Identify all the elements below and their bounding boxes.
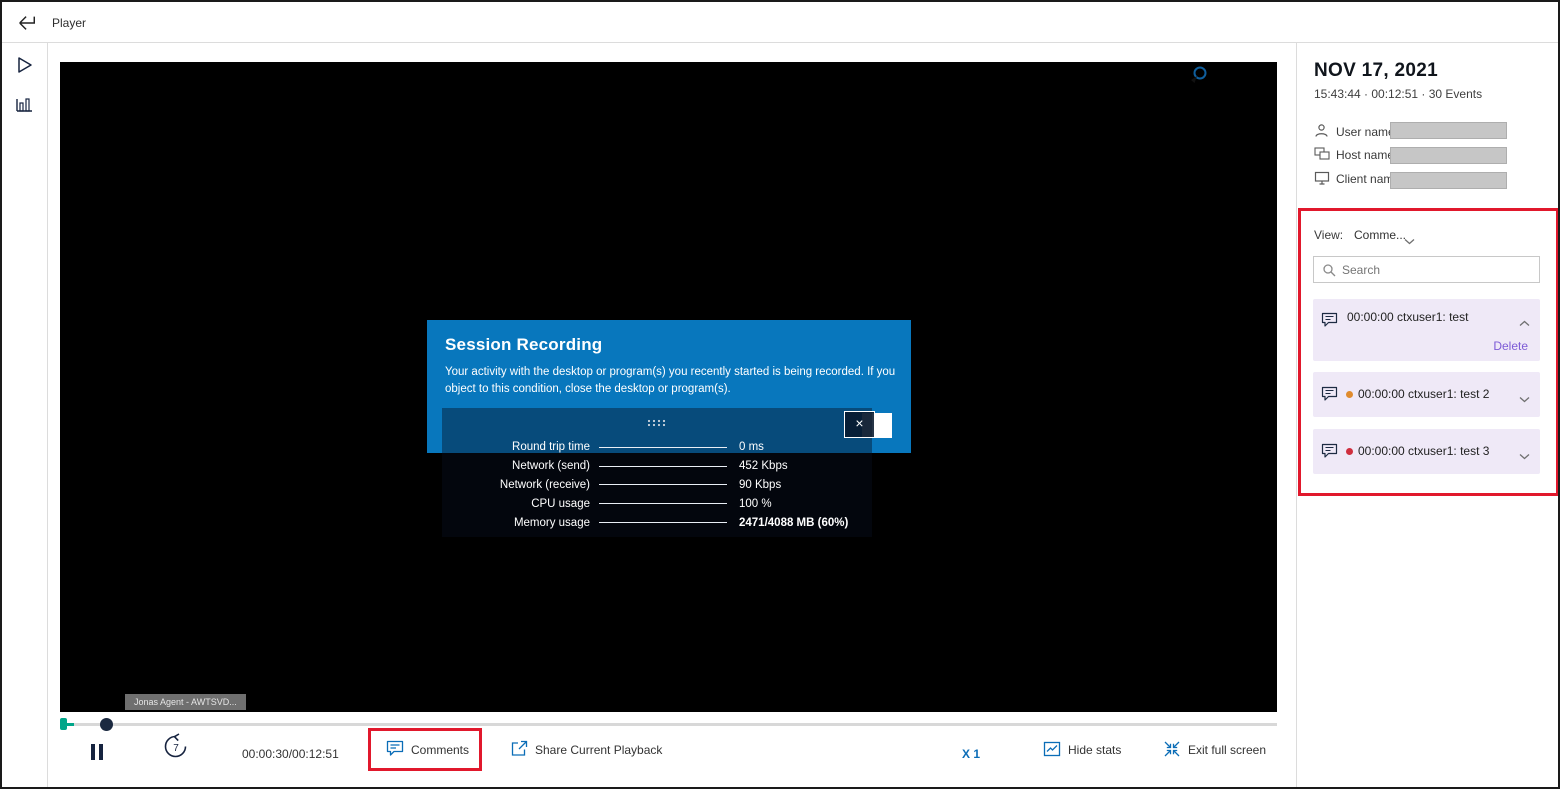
search-input[interactable] bbox=[1314, 257, 1539, 282]
stat-value: 90 Kbps bbox=[736, 479, 872, 491]
stat-row: CPU usage 100 % bbox=[442, 494, 872, 513]
stats-chart-icon bbox=[1043, 741, 1061, 760]
search-icon bbox=[1322, 263, 1336, 282]
stat-label: Round trip time bbox=[442, 441, 590, 453]
events-stats-view-icon[interactable] bbox=[13, 93, 37, 117]
comment-severity-dot bbox=[1346, 448, 1353, 455]
stat-label: Memory usage bbox=[442, 517, 590, 529]
top-bar: Player bbox=[2, 2, 1558, 43]
event-marker[interactable] bbox=[60, 718, 67, 730]
pause-icon bbox=[90, 744, 104, 760]
chevron-down-icon[interactable] bbox=[1519, 447, 1530, 465]
comment-delete-link[interactable]: Delete bbox=[1493, 339, 1528, 353]
stats-overlay: Round trip time 0 ms Network (send) 452 … bbox=[442, 408, 872, 537]
panel-divider bbox=[1296, 43, 1297, 787]
stat-row: Network (send) 452 Kbps bbox=[442, 457, 872, 476]
recording-date: NOV 17, 2021 bbox=[1314, 60, 1438, 82]
svg-text:7: 7 bbox=[173, 743, 179, 754]
stat-row: Round trip time 0 ms bbox=[442, 438, 872, 457]
player-window: Player Session Recording Your activity w… bbox=[0, 0, 1560, 789]
chevron-up-icon[interactable] bbox=[1519, 314, 1530, 332]
stat-row: Memory usage 2471/4088 MB (60%) bbox=[442, 513, 872, 532]
dialog-title: Session Recording bbox=[445, 335, 602, 355]
stat-value: 0 ms bbox=[736, 441, 872, 453]
seek-handle[interactable] bbox=[100, 718, 113, 731]
stat-value: 100 % bbox=[736, 498, 872, 510]
left-rail bbox=[2, 43, 48, 787]
recording-meta: 15:43:44 · 00:12:51 · 30 Events bbox=[1314, 87, 1482, 101]
chevron-down-icon[interactable] bbox=[1519, 390, 1530, 408]
pause-button[interactable] bbox=[90, 742, 104, 762]
host-name-label: Host name: bbox=[1336, 148, 1397, 162]
comment-bubble-icon bbox=[1321, 386, 1338, 407]
comment-text: 00:00:00 ctxuser1: test 3 bbox=[1358, 444, 1489, 458]
stat-label: CPU usage bbox=[442, 498, 590, 510]
close-icon[interactable]: × bbox=[844, 411, 875, 438]
replay-7-icon: 7 bbox=[162, 733, 189, 760]
stat-sparkline bbox=[599, 484, 727, 485]
comment-item[interactable]: 00:00:00 ctxuser1: test 2 bbox=[1313, 372, 1540, 417]
stat-row: Network (receive) 90 Kbps bbox=[442, 476, 872, 495]
search-box bbox=[1313, 256, 1540, 283]
stat-value: 2471/4088 MB (60%) bbox=[736, 517, 872, 529]
seek-track[interactable] bbox=[60, 723, 1277, 726]
view-dropdown[interactable]: Comme... bbox=[1354, 228, 1406, 242]
stat-sparkline bbox=[599, 466, 727, 467]
comment-text: 00:00:00 ctxuser1: test bbox=[1347, 310, 1468, 324]
client-name-value-redacted bbox=[1390, 172, 1507, 189]
time-display: 00:00:30/00:12:51 bbox=[242, 744, 339, 764]
stat-label: Network (receive) bbox=[442, 479, 590, 491]
seek-bar[interactable] bbox=[60, 717, 1277, 732]
share-playback-button[interactable]: Share Current Playback bbox=[510, 740, 662, 760]
comments-icon bbox=[386, 740, 404, 760]
comment-bubble-icon bbox=[1321, 312, 1338, 333]
stat-label: Network (send) bbox=[442, 460, 590, 472]
share-label: Share Current Playback bbox=[535, 743, 662, 757]
exit-full-screen-button[interactable]: Exit full screen bbox=[1163, 740, 1266, 760]
share-icon bbox=[510, 740, 528, 760]
client-monitor-icon bbox=[1314, 171, 1330, 187]
host-name-value-redacted bbox=[1390, 147, 1507, 164]
user-icon bbox=[1314, 123, 1330, 139]
back-icon[interactable] bbox=[14, 10, 40, 36]
video-surface[interactable]: Session Recording Your activity with the… bbox=[60, 62, 1277, 712]
dialog-body-text: Your activity with the desktop or progra… bbox=[445, 364, 903, 398]
agent-session-label: Jonas Agent - AWTSVD... bbox=[125, 694, 246, 710]
comment-bubble-icon bbox=[1321, 443, 1338, 464]
drag-handle-icon[interactable] bbox=[646, 414, 668, 432]
playback-speed-button[interactable]: X 1 bbox=[962, 744, 980, 764]
comments-label: Comments bbox=[411, 743, 469, 757]
comment-item-expanded[interactable]: 00:00:00 ctxuser1: test Delete bbox=[1313, 299, 1540, 361]
comments-button[interactable]: Comments bbox=[386, 740, 469, 760]
page-title: Player bbox=[52, 16, 86, 30]
player-view-icon[interactable] bbox=[13, 54, 37, 78]
stat-sparkline bbox=[599, 522, 727, 523]
stat-sparkline bbox=[599, 503, 727, 504]
chevron-down-icon[interactable] bbox=[1404, 232, 1415, 250]
exit-full-screen-label: Exit full screen bbox=[1188, 743, 1266, 757]
hide-stats-label: Hide stats bbox=[1068, 743, 1121, 757]
stat-value: 452 Kbps bbox=[736, 460, 872, 472]
exit-full-screen-icon bbox=[1163, 740, 1181, 761]
hide-stats-button[interactable]: Hide stats bbox=[1043, 740, 1121, 760]
view-label: View: bbox=[1314, 228, 1343, 242]
skip-back-button[interactable]: 7 bbox=[162, 736, 189, 756]
stat-sparkline bbox=[599, 447, 727, 448]
host-icon bbox=[1314, 147, 1330, 163]
user-name-value-redacted bbox=[1390, 122, 1507, 139]
comment-severity-dot bbox=[1346, 391, 1353, 398]
stats-table: Round trip time 0 ms Network (send) 452 … bbox=[442, 438, 872, 532]
user-name-label: User name: bbox=[1336, 125, 1398, 139]
pointer-marker-icon bbox=[1188, 65, 1210, 87]
comment-item[interactable]: 00:00:00 ctxuser1: test 3 bbox=[1313, 429, 1540, 474]
comment-text: 00:00:00 ctxuser1: test 2 bbox=[1358, 387, 1489, 401]
